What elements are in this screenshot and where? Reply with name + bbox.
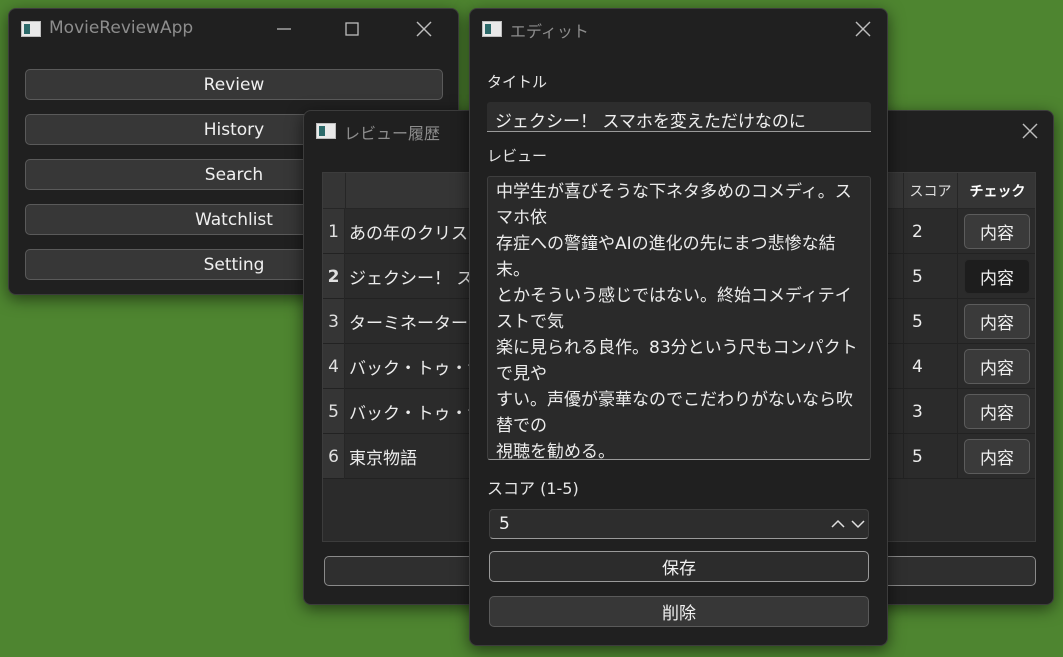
close-icon[interactable] <box>411 17 437 41</box>
details-button[interactable]: 内容 <box>964 439 1030 474</box>
chevron-down-icon[interactable] <box>850 516 866 537</box>
cell-divider <box>957 434 958 479</box>
close-icon[interactable] <box>1017 119 1043 143</box>
row-number: 1 <box>323 209 345 254</box>
review-textarea[interactable]: 中学生が喜びそうな下ネタ多めのコメディ。スマホ依 存症への警鐘やAIの進化の先に… <box>487 176 871 460</box>
row-score: 5 <box>912 446 923 467</box>
row-score: 2 <box>912 221 923 242</box>
row-number: 4 <box>323 344 345 389</box>
title-label: タイトル <box>487 73 548 91</box>
cell-divider <box>903 254 904 299</box>
row-title: 東京物語 <box>349 449 417 469</box>
cell-divider <box>903 299 904 344</box>
minimize-icon[interactable] <box>271 17 297 41</box>
row-score: 3 <box>912 401 923 422</box>
row-number: 2 <box>323 254 345 299</box>
details-button[interactable]: 内容 <box>964 394 1030 429</box>
row-score: 4 <box>912 356 923 377</box>
app-icon <box>316 123 336 139</box>
close-icon[interactable] <box>850 17 876 41</box>
details-button[interactable]: 内容 <box>964 214 1030 249</box>
score-label: スコア (1-5) <box>487 479 579 498</box>
cell-divider <box>903 434 904 479</box>
cell-divider <box>957 344 958 389</box>
row-number: 5 <box>323 389 345 434</box>
cell-divider <box>903 344 904 389</box>
details-button[interactable]: 内容 <box>964 259 1030 294</box>
details-button[interactable]: 内容 <box>964 304 1030 339</box>
title-input[interactable]: ジェクシー！ スマホを変えただけなのに <box>487 102 871 132</box>
edit-window-title: エディット <box>510 22 589 41</box>
cell-divider <box>957 209 958 254</box>
edit-window: エディット タイトル ジェクシー！ スマホを変えただけなのに レビュー 中学生が… <box>469 8 888 646</box>
cell-divider <box>957 254 958 299</box>
chevron-up-icon[interactable] <box>830 516 846 537</box>
save-button[interactable]: 保存 <box>489 551 869 582</box>
main-window-title: MovieReviewApp <box>49 18 194 38</box>
row-number: 3 <box>323 299 345 344</box>
maximize-icon[interactable] <box>339 17 365 41</box>
details-button[interactable]: 内容 <box>964 349 1030 384</box>
row-number: 6 <box>323 434 345 479</box>
cell-divider <box>903 209 904 254</box>
cell-divider <box>957 299 958 344</box>
review-label: レビュー <box>487 147 548 165</box>
cell-divider <box>957 389 958 434</box>
main-titlebar[interactable]: MovieReviewApp <box>9 9 458 49</box>
column-header-check[interactable]: チェック <box>957 173 1037 209</box>
app-icon <box>21 21 41 37</box>
delete-button[interactable]: 削除 <box>489 596 869 627</box>
score-spinbox[interactable]: 5 <box>489 509 869 539</box>
review-button[interactable]: Review <box>25 69 443 100</box>
row-title: ターミネーター2 <box>349 314 479 334</box>
edit-titlebar[interactable]: エディット <box>470 9 887 49</box>
column-header-score[interactable]: スコア <box>903 173 957 209</box>
history-window-title: レビュー履歴 <box>344 124 441 143</box>
row-score: 5 <box>912 311 923 332</box>
score-value: 5 <box>499 514 510 534</box>
cell-divider <box>903 389 904 434</box>
app-icon <box>482 21 502 37</box>
row-score: 5 <box>912 266 923 287</box>
